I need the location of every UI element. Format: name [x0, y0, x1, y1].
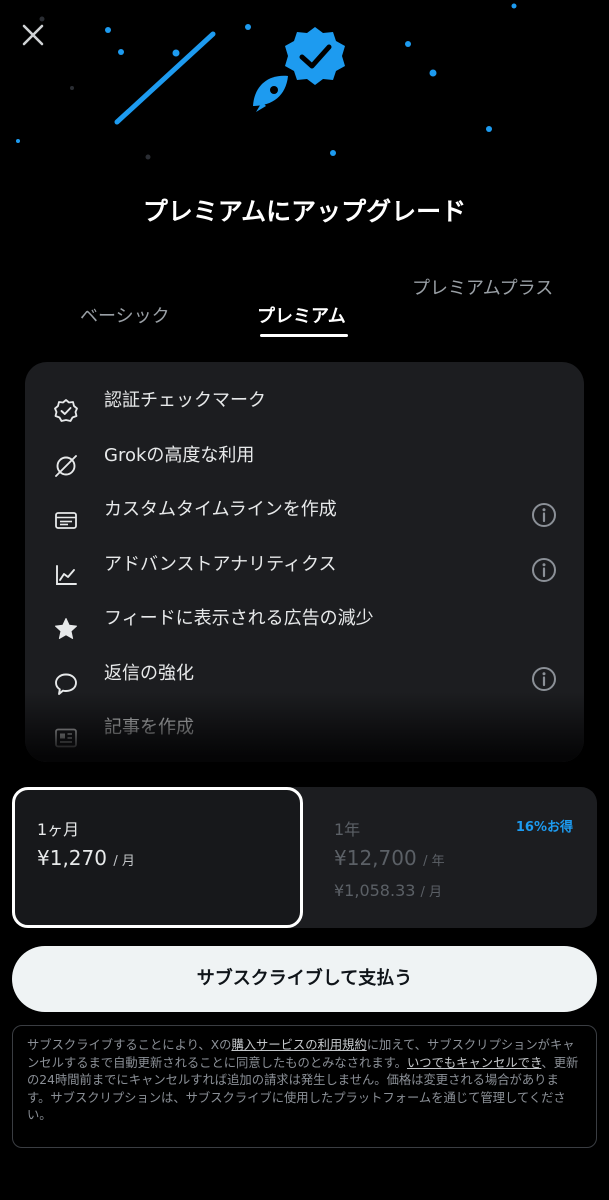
tab-premium[interactable]: プレミアム: [257, 302, 346, 328]
plan-name: 1ヶ月: [37, 820, 80, 839]
rocket-icon: [253, 75, 288, 112]
plan-tabs: ベーシック プレミアム プレミアムプラス: [0, 272, 609, 342]
reply-bubble-icon: [55, 673, 77, 695]
price-unit: / 年: [423, 854, 445, 869]
legal-notice: サブスクライブすることにより、Xの購入サービスの利用規約に加えて、サブスクリプシ…: [12, 1025, 597, 1148]
page-title: プレミアムにアップグレード: [142, 197, 467, 226]
info-icon[interactable]: [530, 556, 558, 584]
features-card: 認証チェックマーク Grokの高度な利用 カスタムタイムラインを作成 アドバンス…: [25, 362, 584, 762]
discount-badge: 16%お得: [515, 820, 573, 835]
star-icon: [55, 618, 77, 639]
timeline-icon: [55, 512, 77, 529]
plan-selector: 1ヶ月 ¥1,270 / 月 1年 16%お得 ¥12,700 / 年 ¥1,0…: [12, 787, 597, 928]
article-icon: [55, 728, 77, 748]
feature-item: 認証チェックマーク: [25, 386, 584, 426]
feature-item: 記事を作成: [25, 713, 584, 753]
feature-label: 記事を作成: [104, 717, 194, 738]
verified-badge-icon: [285, 27, 345, 85]
plan-monthly[interactable]: 1ヶ月 ¥1,270 / 月: [12, 787, 303, 928]
cancel-anytime-link[interactable]: いつでもキャンセルでき: [407, 1056, 541, 1070]
info-icon[interactable]: [530, 501, 558, 529]
feature-label: 認証チェックマーク: [104, 390, 266, 411]
hero-illustration: [0, 0, 609, 180]
verified-check-icon: [54, 399, 78, 422]
price-value: ¥1,058.33: [334, 881, 416, 900]
plan-price: ¥12,700 / 年: [334, 846, 445, 870]
info-icon[interactable]: [530, 665, 558, 693]
feature-label: Grokの高度な利用: [104, 445, 255, 466]
price-value: ¥12,700: [334, 846, 417, 870]
feature-item: アドバンストアナリティクス: [25, 550, 584, 590]
tab-selected-indicator: [260, 334, 348, 337]
feature-item: カスタムタイムラインを作成: [25, 495, 584, 535]
feature-label: カスタムタイムラインを作成: [104, 499, 337, 520]
plan-price: ¥1,270 / 月: [37, 846, 135, 870]
plan-name: 1年: [334, 820, 361, 839]
price-unit: / 月: [420, 885, 443, 900]
feature-item: フィードに表示される広告の減少: [25, 604, 584, 644]
tab-premium-plus[interactable]: プレミアムプラス: [412, 276, 572, 302]
plan-yearly[interactable]: 1年 16%お得 ¥12,700 / 年 ¥1,058.33 / 月: [312, 787, 597, 928]
feature-label: 返信の強化: [104, 663, 194, 684]
price-unit: / 月: [113, 854, 135, 869]
tab-basic[interactable]: ベーシック: [80, 302, 170, 328]
feature-item: 返信の強化: [25, 659, 584, 699]
subscribe-button[interactable]: サブスクライブして支払う: [12, 946, 597, 1012]
terms-link[interactable]: 購入サービスの利用規約: [231, 1038, 366, 1052]
grok-icon: [55, 455, 77, 477]
legal-text: サブスクライブすることにより、Xの: [27, 1038, 232, 1052]
feature-label: アドバンストアナリティクス: [104, 554, 337, 575]
feature-item: Grokの高度な利用: [25, 441, 584, 481]
feature-label: フィードに表示される広告の減少: [104, 608, 374, 629]
price-value: ¥1,270: [37, 846, 107, 870]
analytics-icon: [56, 565, 77, 585]
plan-monthly-equivalent: ¥1,058.33 / 月: [334, 881, 442, 900]
